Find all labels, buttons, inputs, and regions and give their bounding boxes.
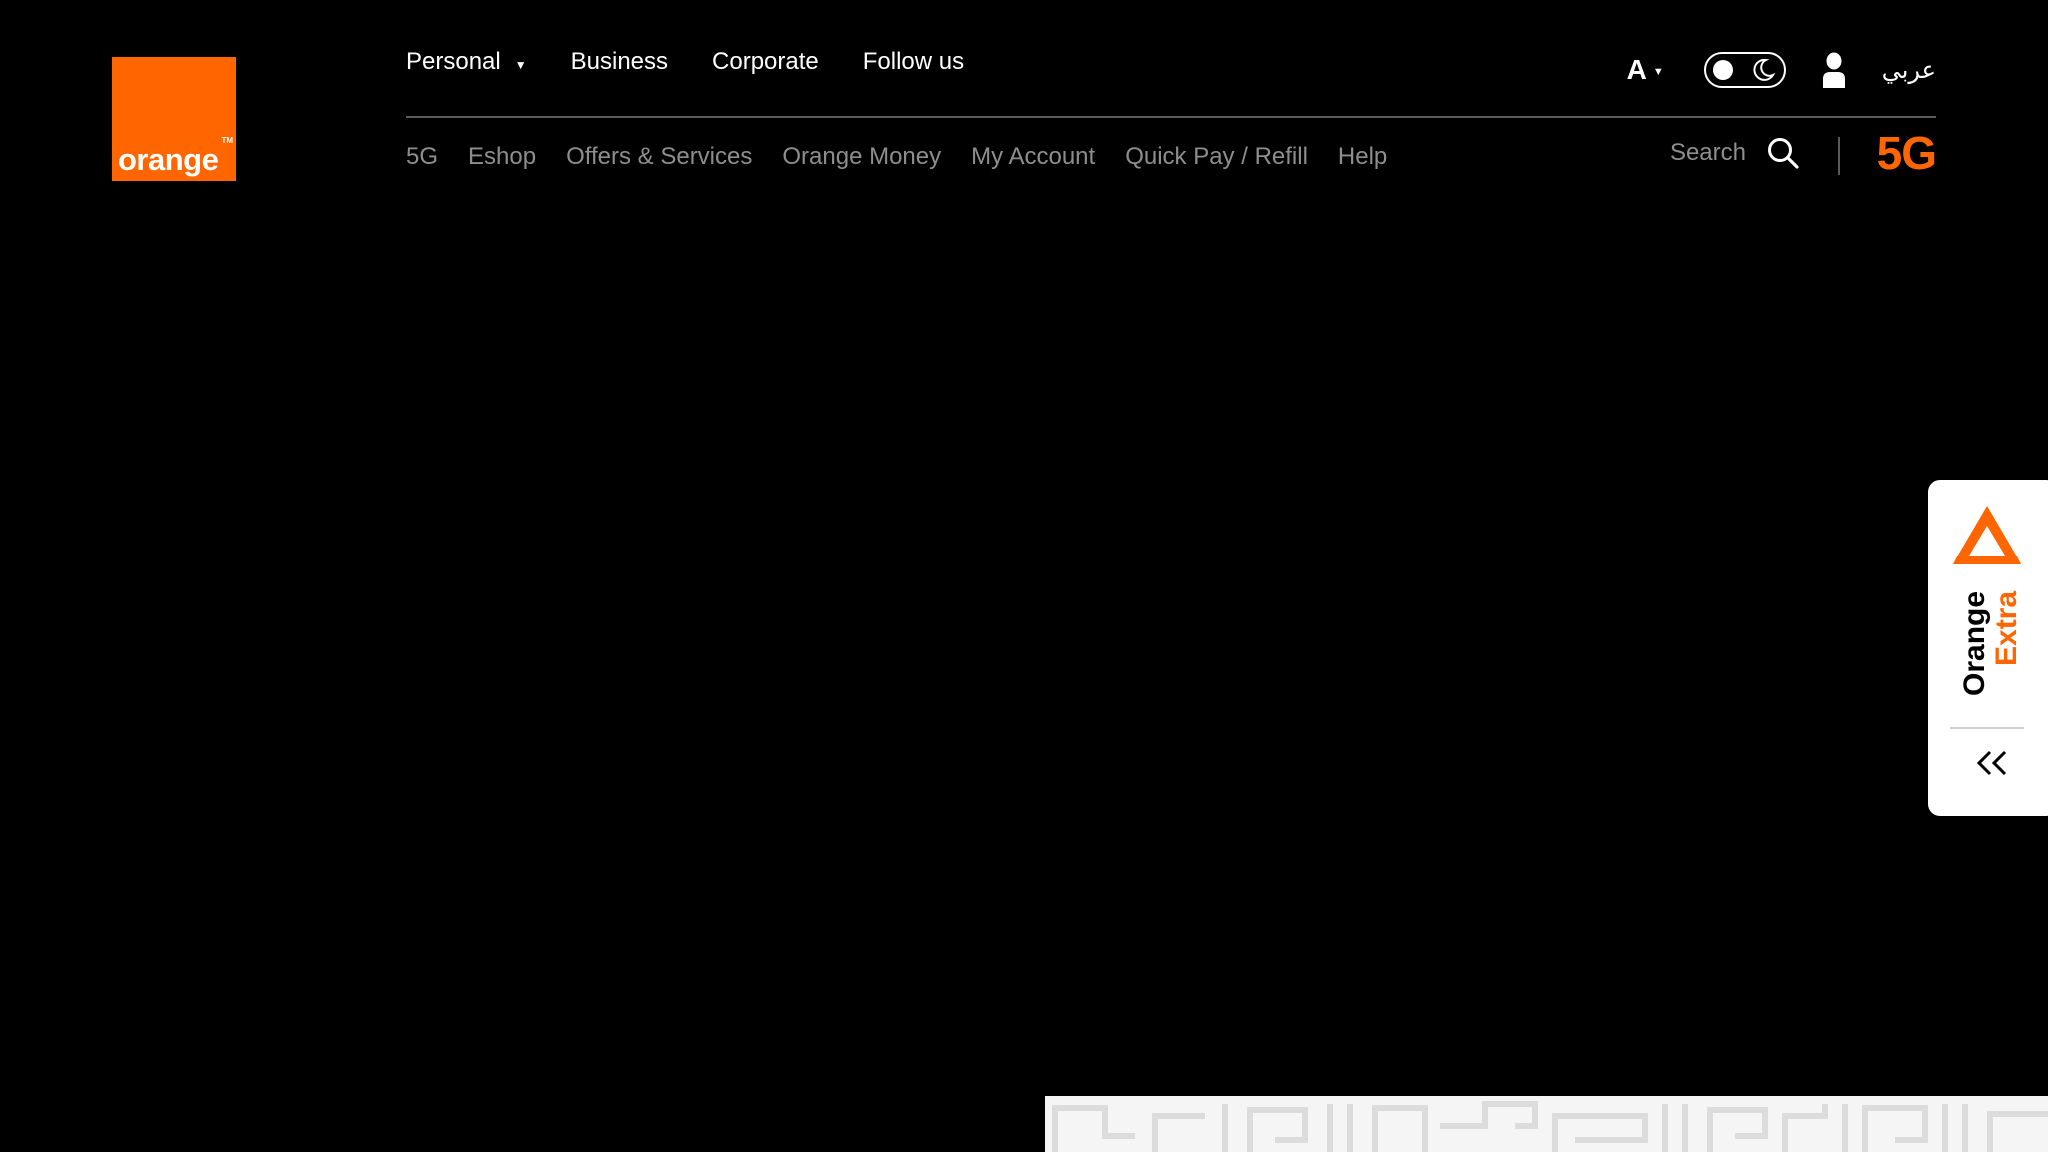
user-icon[interactable] [1822, 52, 1846, 88]
search-button[interactable]: Search [1670, 136, 1800, 170]
widget-divider [1950, 727, 2024, 729]
orange-extra-logo-icon [1953, 506, 2021, 564]
logo-text: orange [118, 142, 219, 177]
5g-badge[interactable]: 5G [1877, 130, 1937, 176]
search-icon [1768, 138, 1799, 169]
orange-extra-label: Orange Extra [1958, 591, 2023, 696]
caret-down-icon: ▼ [514, 57, 527, 72]
utility-bar: A ▼ عربي [1627, 52, 1936, 88]
double-chevron-left-icon[interactable] [1974, 748, 2010, 778]
font-size-button[interactable]: A ▼ [1627, 54, 1664, 86]
sub-nav-orange-money[interactable]: Orange Money [782, 143, 941, 171]
sub-nav-help[interactable]: Help [1338, 143, 1387, 171]
moon-icon [1753, 58, 1776, 81]
top-nav-personal-label: Personal [406, 48, 501, 75]
sub-nav-my-account[interactable]: My Account [971, 143, 1095, 171]
font-size-label: A [1626, 54, 1647, 85]
sub-nav: 5G Eshop Offers & Services Orange Money … [406, 143, 1387, 171]
sub-nav-eshop[interactable]: Eshop [468, 143, 536, 171]
top-nav-business[interactable]: Business [571, 48, 668, 76]
sub-nav-quick-pay-refill[interactable]: Quick Pay / Refill [1125, 143, 1308, 171]
top-nav-follow-us[interactable]: Follow us [863, 48, 964, 76]
search-label: Search [1669, 139, 1746, 166]
top-nav-personal[interactable]: Personal ▼ [406, 48, 527, 76]
top-nav: Personal ▼ Business Corporate Follow us [406, 48, 964, 76]
toggle-knob [1712, 60, 1733, 80]
sub-nav-5g[interactable]: 5G [406, 143, 438, 171]
search-divider [1838, 137, 1840, 175]
theme-toggle[interactable] [1703, 52, 1786, 88]
sub-nav-offers-services[interactable]: Offers & Services [566, 143, 752, 171]
pattern-graphic [1052, 1101, 2048, 1152]
logo-trademark: TM [221, 136, 233, 145]
decorative-pattern-strip [1045, 1096, 2048, 1152]
orange-logo[interactable]: orange TM [112, 57, 236, 181]
top-nav-corporate[interactable]: Corporate [712, 48, 819, 76]
nav-divider [406, 116, 1936, 118]
page: orange TM Personal ▼ Business Corporate … [0, 0, 2048, 1152]
extra-word-orange: Orange [1958, 591, 1991, 696]
extra-word-extra: Extra [1990, 591, 2023, 666]
orange-extra-widget[interactable]: Orange Extra [1928, 480, 2048, 816]
language-switch[interactable]: عربي [1882, 56, 1936, 84]
caret-down-icon: ▼ [1652, 66, 1664, 78]
